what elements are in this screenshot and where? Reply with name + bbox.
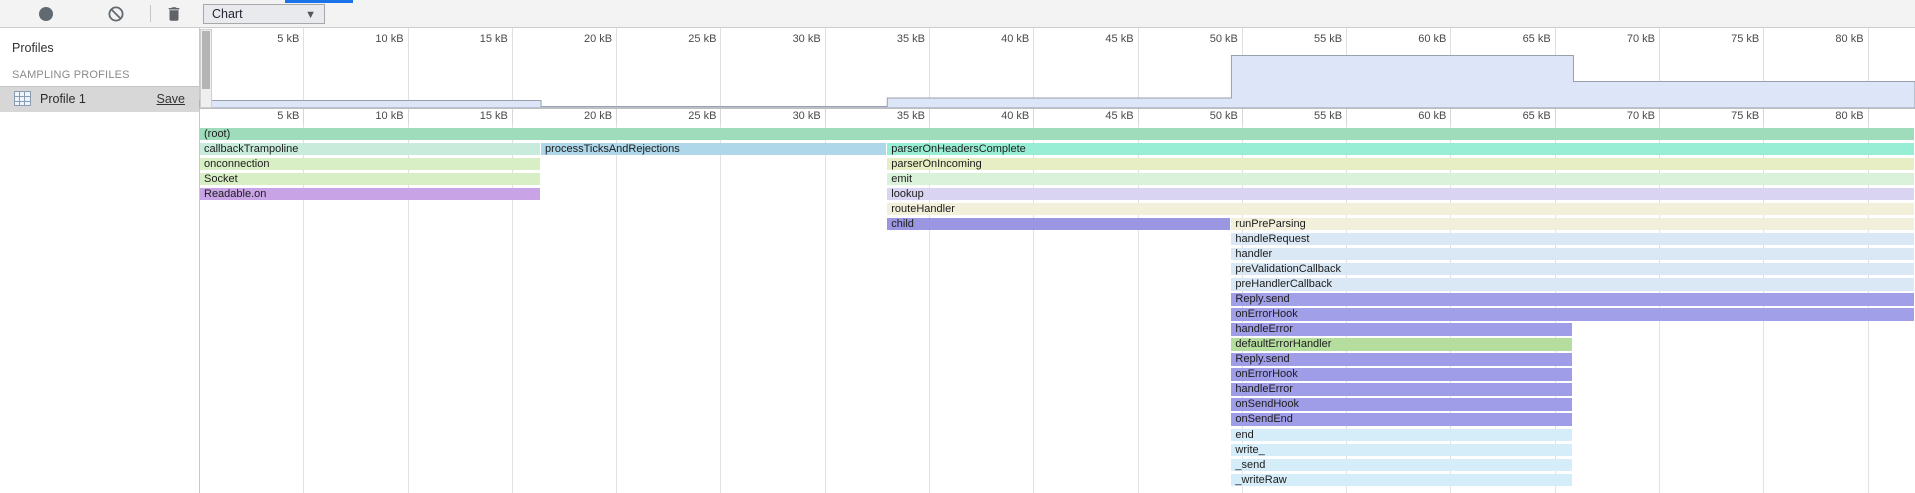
flame-frame[interactable]: handler [1231,248,1914,261]
flame-frame[interactable]: (root) [200,128,1914,141]
flame-frame[interactable]: Socket [200,173,540,186]
flame-frame[interactable]: onErrorHook [1231,368,1572,381]
axis-tick-label: 45 kB [1105,110,1133,122]
ruler-tick [512,109,513,124]
flame-frame[interactable]: write_ [1231,444,1572,457]
axis-tick-label: 55 kB [1314,110,1342,122]
ruler-tick [825,109,826,124]
axis-tick-label: 65 kB [1523,33,1551,45]
axis-tick-label: 25 kB [688,33,716,45]
ruler-tick [1346,109,1347,124]
axis-tick-label: 15 kB [480,110,508,122]
ruler-tick [1033,109,1034,124]
ruler-tick [303,109,304,124]
ruler-tick [616,109,617,124]
flame-frame[interactable]: onSendEnd [1231,413,1572,426]
axis-tick-label: 75 kB [1731,110,1759,122]
axis-tick-label: 50 kB [1210,33,1238,45]
flame-frame[interactable]: Reply.send [1231,293,1914,306]
flame-frame[interactable]: preHandlerCallback [1231,278,1914,291]
ruler-tick [720,109,721,124]
flame-frame[interactable]: processTicksAndRejections [541,143,886,156]
ruler-tick [1450,109,1451,124]
vertical-scrollbar[interactable] [200,29,212,108]
axis-tick-label: 75 kB [1731,33,1759,45]
ruler-tick [1868,109,1869,124]
axis-tick-label: 70 kB [1627,33,1655,45]
flame-frame[interactable]: routeHandler [887,203,1914,216]
axis-tick-label: 60 kB [1418,33,1446,45]
flame-frame[interactable]: callbackTrampoline [200,143,540,156]
ruler-tick [408,109,409,124]
flame-frame[interactable]: Readable.on [200,188,540,201]
axis-tick-label: 10 kB [375,110,403,122]
axis-tick-label: 30 kB [793,33,821,45]
axis-tick-label: 15 kB [480,33,508,45]
flame-frame[interactable]: Reply.send [1231,353,1572,366]
axis-tick-label: 35 kB [897,110,925,122]
axis-tick-label: 80 kB [1835,110,1863,122]
ruler-separator [200,108,1915,109]
axis-tick-label: 35 kB [897,33,925,45]
axis-tick-label: 40 kB [1001,110,1029,122]
ruler-tick [1555,109,1556,124]
flame-frame[interactable]: onconnection [200,158,540,171]
ruler-tick [1763,109,1764,124]
flame-frame[interactable]: onSendHook [1231,398,1572,411]
overview-silhouette[interactable] [0,0,1915,493]
axis-tick-label: 10 kB [375,33,403,45]
flame-frame[interactable]: parserOnHeadersComplete [887,143,1914,156]
memory-profiler-panel: Chart ▼ Profiles SAMPLING PROFILES Profi… [0,0,1915,493]
axis-tick-label: 55 kB [1314,33,1342,45]
flame-frame[interactable]: handleRequest [1231,233,1914,246]
flame-frame[interactable]: _writeRaw [1231,474,1572,487]
axis-tick-label: 20 kB [584,33,612,45]
axis-tick-label: 40 kB [1001,33,1029,45]
axis-tick-label: 5 kB [277,33,299,45]
flame-frame[interactable]: end [1231,429,1572,442]
axis-tick-label: 30 kB [793,110,821,122]
flame-frame[interactable]: lookup [887,188,1914,201]
axis-tick-label: 20 kB [584,110,612,122]
flame-frame[interactable]: emit [887,173,1914,186]
axis-tick-label: 25 kB [688,110,716,122]
ruler-tick [1659,109,1660,124]
axis-tick-label: 70 kB [1627,110,1655,122]
axis-tick-label: 50 kB [1210,110,1238,122]
flame-frame[interactable]: onErrorHook [1231,308,1914,321]
axis-tick-label: 65 kB [1523,110,1551,122]
flame-frame[interactable]: preValidationCallback [1231,263,1914,276]
ruler-tick [929,109,930,124]
flame-frame[interactable]: child [887,218,1230,231]
axis-tick-label: 80 kB [1835,33,1863,45]
axis-tick-label: 5 kB [277,110,299,122]
axis-tick-label: 60 kB [1418,110,1446,122]
flame-frame[interactable]: _send [1231,459,1572,472]
flame-frame[interactable]: runPreParsing [1231,218,1914,231]
ruler-tick [1138,109,1139,124]
flame-frame[interactable]: handleError [1231,383,1572,396]
axis-tick-label: 45 kB [1105,33,1133,45]
flame-frame[interactable]: parserOnIncoming [887,158,1914,171]
flame-frame[interactable]: defaultErrorHandler [1231,338,1572,351]
scrollbar-thumb[interactable] [202,31,210,89]
flame-frame[interactable]: handleError [1231,323,1572,336]
ruler-tick [1242,109,1243,124]
